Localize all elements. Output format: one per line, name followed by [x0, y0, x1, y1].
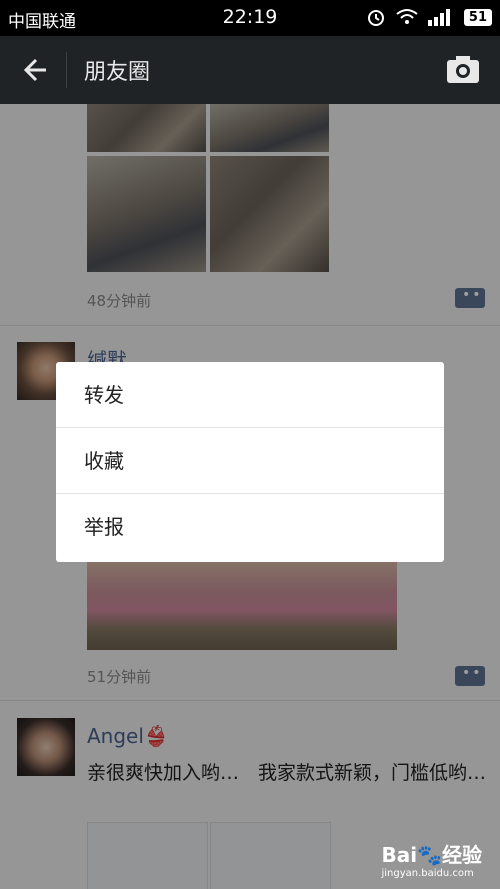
camera-icon[interactable] [446, 54, 480, 84]
context-menu: 转发 收藏 举报 [56, 362, 444, 562]
signal-icon [427, 9, 450, 26]
watermark-brand: Bai🐾经验 [381, 843, 483, 867]
page-title: 朋友圈 [84, 60, 151, 85]
watermark-url: jingyan.baidu.com [381, 868, 474, 879]
alarm-icon [367, 10, 384, 26]
nav-separator [66, 52, 67, 88]
back-arrow-icon[interactable] [18, 54, 50, 86]
nav-bar: 朋友圈 [0, 36, 500, 104]
menu-item-favorite[interactable]: 收藏 [56, 428, 444, 494]
status-bar: 中国联通 22:19 51 [0, 0, 500, 36]
menu-item-forward[interactable]: 转发 [56, 362, 444, 428]
baidu-watermark: Bai🐾经验 jingyan.baidu.com [382, 839, 483, 879]
status-icons: 51 [366, 7, 492, 27]
wifi-icon [396, 9, 418, 24]
menu-item-report[interactable]: 举报 [56, 494, 444, 560]
battery-level: 51 [463, 8, 492, 26]
